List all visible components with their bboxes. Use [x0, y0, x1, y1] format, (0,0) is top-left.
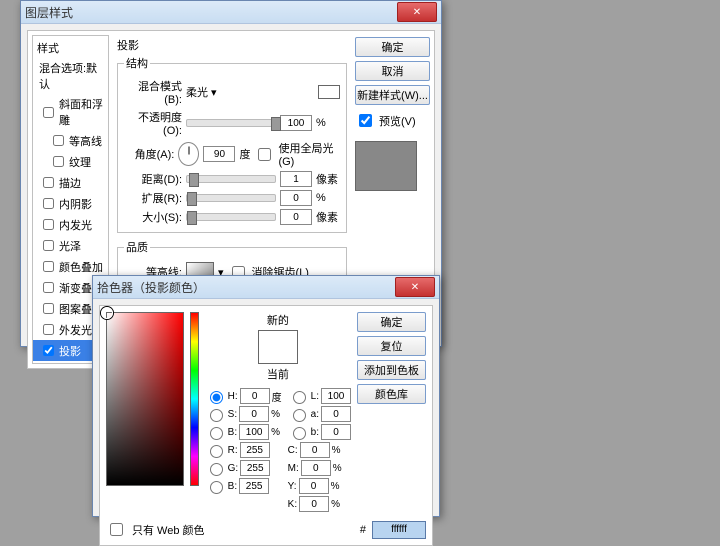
- size-label: 大小(S):: [124, 209, 182, 225]
- chevron-down-icon[interactable]: ▾: [211, 86, 217, 99]
- hex-field[interactable]: [372, 521, 426, 539]
- angle-dial[interactable]: [178, 142, 199, 166]
- r-field[interactable]: [240, 442, 270, 458]
- lab-cmyk-col: L: a: b: C:% M:% Y:% K:%: [288, 388, 351, 512]
- s-radio[interactable]: [210, 409, 223, 422]
- picker-main: 新的 当前 H:度 S:% B:% R: G: B: L: a:: [106, 312, 426, 512]
- h-radio[interactable]: [210, 391, 223, 404]
- list-item[interactable]: 内发光: [33, 214, 108, 235]
- b-field[interactable]: [239, 424, 269, 440]
- angle-field[interactable]: [203, 146, 235, 162]
- add-swatch-button[interactable]: 添加到色板: [357, 360, 426, 380]
- checkbox[interactable]: [43, 240, 54, 251]
- list-item[interactable]: 颜色叠加: [33, 256, 108, 277]
- preview-box: [355, 141, 417, 191]
- a-radio[interactable]: [293, 409, 306, 422]
- checkbox[interactable]: [43, 107, 54, 118]
- close-icon[interactable]: ✕: [397, 2, 437, 22]
- checkbox[interactable]: [43, 219, 54, 230]
- shadow-color-swatch[interactable]: [318, 85, 340, 99]
- checkbox[interactable]: [43, 324, 54, 335]
- spread-slider[interactable]: [186, 194, 276, 202]
- sample-column: 新的 当前 H:度 S:% B:% R: G: B: L: a:: [205, 312, 351, 512]
- picker-bottom: 只有 Web 颜色 #: [106, 520, 426, 539]
- l-radio[interactable]: [293, 391, 306, 404]
- h-field[interactable]: [240, 388, 270, 404]
- new-label: 新的: [267, 312, 289, 328]
- preview-checkbox[interactable]: [359, 114, 372, 127]
- checkbox[interactable]: [43, 198, 54, 209]
- quality-legend: 品质: [124, 239, 150, 255]
- list-item[interactable]: 内阴影: [33, 193, 108, 214]
- picker-body: 新的 当前 H:度 S:% B:% R: G: B: L: a:: [99, 305, 433, 546]
- list-item[interactable]: 光泽: [33, 235, 108, 256]
- global-light-checkbox[interactable]: [258, 148, 271, 161]
- cancel-button[interactable]: 取消: [355, 61, 430, 81]
- picker-title: 拾色器（投影颜色）: [97, 279, 395, 296]
- blendmode-label: 混合模式(B):: [124, 78, 182, 106]
- size-field[interactable]: [280, 209, 312, 225]
- checkbox[interactable]: [53, 156, 64, 167]
- c-field[interactable]: [300, 442, 330, 458]
- opacity-slider[interactable]: [186, 119, 276, 127]
- picker-fields: H:度 S:% B:% R: G: B: L: a: b: C:% M:% Y:…: [205, 388, 351, 512]
- color-libs-button[interactable]: 颜色库: [357, 384, 426, 404]
- list-item[interactable]: 描边: [33, 172, 108, 193]
- picker-titlebar[interactable]: 拾色器（投影颜色） ✕: [93, 276, 439, 299]
- checkbox[interactable]: [43, 261, 54, 272]
- webonly-checkbox[interactable]: [110, 523, 123, 536]
- structure-legend: 结构: [124, 55, 150, 71]
- saturation-value-box[interactable]: [106, 312, 184, 486]
- opacity-field[interactable]: [280, 115, 312, 131]
- picker-right: 确定 复位 添加到色板 颜色库: [357, 312, 426, 512]
- distance-field[interactable]: [280, 171, 312, 187]
- structure-group: 结构 混合模式(B): 柔光 ▾ 不透明度(O): % 角度(A):: [117, 55, 347, 233]
- hue-slider[interactable]: [190, 312, 199, 486]
- g-field[interactable]: [240, 460, 270, 476]
- panel-title: 投影: [117, 37, 347, 53]
- checkbox[interactable]: [43, 303, 54, 314]
- distance-label: 距离(D):: [124, 171, 182, 187]
- checkbox[interactable]: [43, 345, 54, 356]
- bv-field[interactable]: [239, 478, 269, 494]
- l-field[interactable]: [321, 388, 351, 404]
- r-radio[interactable]: [210, 445, 223, 458]
- spread-field[interactable]: [280, 190, 312, 206]
- close-icon[interactable]: ✕: [395, 277, 435, 297]
- b2-radio[interactable]: [293, 427, 306, 440]
- list-item[interactable]: 斜面和浮雕: [33, 94, 108, 130]
- blendmode-value: 柔光: [186, 84, 208, 100]
- hsb-col: H:度 S:% B:% R: G: B:: [205, 388, 282, 512]
- layer-titlebar[interactable]: 图层样式 ✕: [21, 1, 441, 24]
- y-field[interactable]: [299, 478, 329, 494]
- k-field[interactable]: [299, 496, 329, 512]
- angle-label: 角度(A):: [124, 146, 174, 162]
- s-field[interactable]: [239, 406, 269, 422]
- new-color-box: [258, 330, 298, 364]
- b2-field[interactable]: [321, 424, 351, 440]
- list-item[interactable]: 等高线: [33, 130, 108, 151]
- size-slider[interactable]: [186, 213, 276, 221]
- picker-reset-button[interactable]: 复位: [357, 336, 426, 356]
- layer-title: 图层样式: [25, 4, 397, 21]
- color-picker-window: 拾色器（投影颜色） ✕ 新的 当前 H:度 S:% B:% R: G:: [92, 275, 440, 517]
- a-field[interactable]: [321, 406, 351, 422]
- g-radio[interactable]: [210, 463, 223, 476]
- checkbox[interactable]: [53, 135, 64, 146]
- distance-slider[interactable]: [186, 175, 276, 183]
- picker-ok-button[interactable]: 确定: [357, 312, 426, 332]
- list-item[interactable]: 纹理: [33, 151, 108, 172]
- checkbox[interactable]: [43, 177, 54, 188]
- spread-label: 扩展(R):: [124, 190, 182, 206]
- bv-radio[interactable]: [210, 481, 223, 494]
- b-radio[interactable]: [210, 427, 223, 440]
- styles-heading: 样式: [33, 38, 108, 58]
- new-style-button[interactable]: 新建样式(W)...: [355, 85, 430, 105]
- ok-button[interactable]: 确定: [355, 37, 430, 57]
- checkbox[interactable]: [43, 282, 54, 293]
- m-field[interactable]: [301, 460, 331, 476]
- blend-options-row[interactable]: 混合选项:默认: [33, 58, 108, 94]
- opacity-label: 不透明度(O):: [124, 109, 182, 137]
- current-label: 当前: [267, 366, 289, 382]
